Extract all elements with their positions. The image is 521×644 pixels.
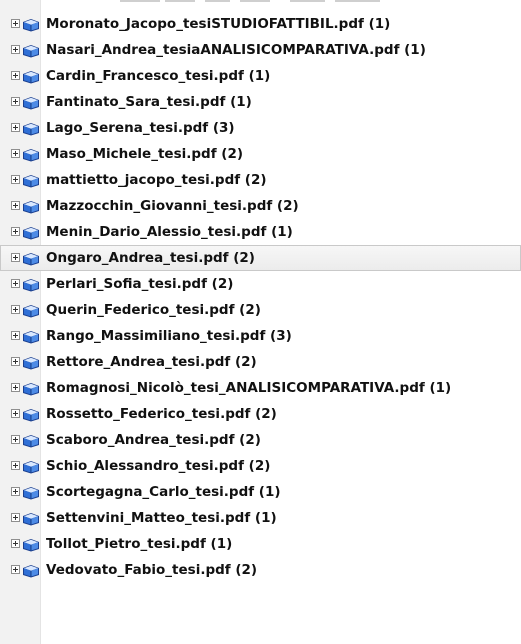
- expand-plus-icon[interactable]: [11, 383, 20, 392]
- book-icon: [22, 95, 40, 110]
- tree-item[interactable]: Scortegagna_Carlo_tesi.pdf (1): [0, 479, 521, 505]
- book-icon: [22, 147, 40, 162]
- tree-item-label: mattietto_jacopo_tesi.pdf (2): [46, 172, 267, 188]
- tree-item-label: Querin_Federico_tesi.pdf (2): [46, 302, 261, 318]
- expand-plus-icon[interactable]: [11, 487, 20, 496]
- tree-item[interactable]: Tollot_Pietro_tesi.pdf (1): [0, 531, 521, 557]
- tree-item-label: Mazzocchin_Giovanni_tesi.pdf (2): [46, 198, 299, 214]
- expand-plus-icon[interactable]: [11, 435, 20, 444]
- tree-item-label: Romagnosi_Nicolò_tesi_ANALISICOMPARATIVA…: [46, 380, 452, 396]
- tree-item-label: Moronato_Jacopo_tesiSTUDIOFATTIBIL.pdf (…: [46, 16, 391, 32]
- tree-item[interactable]: Querin_Federico_tesi.pdf (2): [0, 297, 521, 323]
- expand-plus-icon[interactable]: [11, 461, 20, 470]
- tree-item-label: Maso_Michele_tesi.pdf (2): [46, 146, 244, 162]
- tree-item-label: Rossetto_Federico_tesi.pdf (2): [46, 406, 277, 422]
- tree-item[interactable]: Settenvini_Matteo_tesi.pdf (1): [0, 505, 521, 531]
- book-icon: [22, 225, 40, 240]
- expand-plus-icon[interactable]: [11, 45, 20, 54]
- tree-item[interactable]: Fantinato_Sara_tesi.pdf (1): [0, 89, 521, 115]
- expand-plus-icon[interactable]: [11, 357, 20, 366]
- expand-plus-icon[interactable]: [11, 409, 20, 418]
- expand-plus-icon[interactable]: [11, 227, 20, 236]
- expand-plus-icon[interactable]: [11, 97, 20, 106]
- book-icon: [22, 43, 40, 58]
- tree-item-label: Lago_Serena_tesi.pdf (3): [46, 120, 235, 136]
- book-icon: [22, 381, 40, 396]
- book-icon: [22, 329, 40, 344]
- expand-plus-icon[interactable]: [11, 201, 20, 210]
- tree-item-label: Cardin_Francesco_tesi.pdf (1): [46, 68, 271, 84]
- tree-item-label: Ongaro_Andrea_tesi.pdf (2): [46, 250, 255, 266]
- expand-plus-icon[interactable]: [11, 19, 20, 28]
- book-icon: [22, 433, 40, 448]
- tree-item[interactable]: Schio_Alessandro_tesi.pdf (2): [0, 453, 521, 479]
- tree-item-label: Vedovato_Fabio_tesi.pdf (2): [46, 562, 258, 578]
- book-icon: [22, 303, 40, 318]
- expand-plus-icon[interactable]: [11, 175, 20, 184]
- tree-item[interactable]: Mazzocchin_Giovanni_tesi.pdf (2): [0, 193, 521, 219]
- tree-item-label: Schio_Alessandro_tesi.pdf (2): [46, 458, 271, 474]
- book-icon: [22, 511, 40, 526]
- book-icon: [22, 277, 40, 292]
- tree-item-label: Fantinato_Sara_tesi.pdf (1): [46, 94, 252, 110]
- tree-item-label: Nasari_Andrea_tesiaANALISICOMPARATIVA.pd…: [46, 42, 426, 58]
- expand-plus-icon[interactable]: [11, 331, 20, 340]
- expand-plus-icon[interactable]: [11, 565, 20, 574]
- tree-item-label: Menin_Dario_Alessio_tesi.pdf (1): [46, 224, 293, 240]
- tree-item-label: Tollot_Pietro_tesi.pdf (1): [46, 536, 233, 552]
- tree-rows: Moronato_Jacopo_tesiSTUDIOFATTIBIL.pdf (…: [0, 11, 521, 583]
- expand-plus-icon[interactable]: [11, 253, 20, 262]
- book-icon: [22, 17, 40, 32]
- tree-item-label: Settenvini_Matteo_tesi.pdf (1): [46, 510, 277, 526]
- tree-item[interactable]: Nasari_Andrea_tesiaANALISICOMPARATIVA.pd…: [0, 37, 521, 63]
- tree-item[interactable]: Romagnosi_Nicolò_tesi_ANALISICOMPARATIVA…: [0, 375, 521, 401]
- tree-item[interactable]: Moronato_Jacopo_tesiSTUDIOFATTIBIL.pdf (…: [0, 11, 521, 37]
- expand-plus-icon[interactable]: [11, 149, 20, 158]
- tree-item-label: Scortegagna_Carlo_tesi.pdf (1): [46, 484, 281, 500]
- book-icon: [22, 173, 40, 188]
- tree-item-label: Rango_Massimiliano_tesi.pdf (3): [46, 328, 292, 344]
- tree-item-label: Scaboro_Andrea_tesi.pdf (2): [46, 432, 261, 448]
- book-icon: [22, 199, 40, 214]
- tree-item[interactable]: mattietto_jacopo_tesi.pdf (2): [0, 167, 521, 193]
- tree-item[interactable]: Lago_Serena_tesi.pdf (3): [0, 115, 521, 141]
- tree-item[interactable]: Menin_Dario_Alessio_tesi.pdf (1): [0, 219, 521, 245]
- tree-item[interactable]: Rossetto_Federico_tesi.pdf (2): [0, 401, 521, 427]
- expand-plus-icon[interactable]: [11, 71, 20, 80]
- clipped-top-edge: [0, 0, 521, 8]
- tree-item[interactable]: Scaboro_Andrea_tesi.pdf (2): [0, 427, 521, 453]
- bookmark-tree: Moronato_Jacopo_tesiSTUDIOFATTIBIL.pdf (…: [0, 0, 521, 644]
- expand-plus-icon[interactable]: [11, 539, 20, 548]
- book-icon: [22, 407, 40, 422]
- tree-item[interactable]: Cardin_Francesco_tesi.pdf (1): [0, 63, 521, 89]
- book-icon: [22, 121, 40, 136]
- book-icon: [22, 459, 40, 474]
- book-icon: [22, 251, 40, 266]
- tree-item[interactable]: Maso_Michele_tesi.pdf (2): [0, 141, 521, 167]
- expand-plus-icon[interactable]: [11, 305, 20, 314]
- book-icon: [22, 537, 40, 552]
- book-icon: [22, 355, 40, 370]
- tree-item[interactable]: Perlari_Sofia_tesi.pdf (2): [0, 271, 521, 297]
- expand-plus-icon[interactable]: [11, 513, 20, 522]
- book-icon: [22, 69, 40, 84]
- expand-plus-icon[interactable]: [11, 279, 20, 288]
- book-icon: [22, 563, 40, 578]
- tree-item-label: Rettore_Andrea_tesi.pdf (2): [46, 354, 257, 370]
- tree-item[interactable]: Vedovato_Fabio_tesi.pdf (2): [0, 557, 521, 583]
- tree-item-label: Perlari_Sofia_tesi.pdf (2): [46, 276, 234, 292]
- tree-item[interactable]: Rango_Massimiliano_tesi.pdf (3): [0, 323, 521, 349]
- book-icon: [22, 485, 40, 500]
- tree-item[interactable]: Rettore_Andrea_tesi.pdf (2): [0, 349, 521, 375]
- expand-plus-icon[interactable]: [11, 123, 20, 132]
- tree-item[interactable]: Ongaro_Andrea_tesi.pdf (2): [0, 245, 521, 271]
